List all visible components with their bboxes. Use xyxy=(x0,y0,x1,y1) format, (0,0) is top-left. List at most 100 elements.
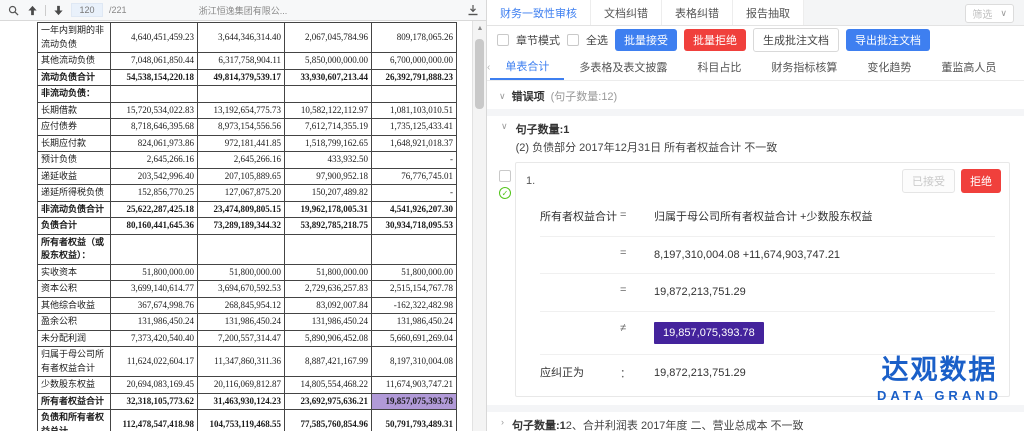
sub-tab[interactable]: 董监高人员 xyxy=(926,54,1011,80)
sub-tabs-bar: ‹ 单表合计多表格及表文披露科目占比财务指标核算变化趋势董监高人员变动披露 xyxy=(487,54,1024,81)
error-item: ✓ 1. 已接受 拒绝 所有者权益合计 = 归属于母公司 xyxy=(487,162,1024,405)
error-group-collapsed[interactable]: ›句子数量:12、合并利润表 2017年度 二、营业总成本 不一致 xyxy=(487,412,1024,431)
row-label: 流动负债合计 xyxy=(38,69,111,86)
cell-value: 25,622,287,425.18 xyxy=(111,201,198,218)
row-label: 所有者权益（或股东权益）： xyxy=(38,234,111,264)
cell-value: 3,699,140,614.77 xyxy=(111,281,198,298)
table-row: 递延所得税负债152,856,770.25127,067,875.20150,2… xyxy=(38,185,457,202)
cell-value: 268,845,954.12 xyxy=(198,297,285,314)
cell-value: - xyxy=(372,152,457,169)
cell-value: 5,660,691,269.04 xyxy=(372,330,457,347)
viewer-toolbar: /221 浙江恒逸集团有限公... xyxy=(0,0,486,21)
formula-block: 所有者权益合计 = 归属于母公司所有者权益合计 +少数股东权益 = 8,197,… xyxy=(516,197,1009,396)
group-description: (2) 负债部分 2017年12月31日 所有者权益合计 不一致 xyxy=(516,139,778,155)
cell-value: 2,645,266.16 xyxy=(111,152,198,169)
cell-value: 5,850,000,000.00 xyxy=(285,53,372,70)
cell-value: 433,932.50 xyxy=(285,152,372,169)
cell-value: 54,538,154,220.18 xyxy=(111,69,198,86)
fix-label: 应纠正为 xyxy=(540,365,620,382)
cell-value: 51,800,000.00 xyxy=(111,264,198,281)
export-annotated-doc-button[interactable]: 导出批注文档 xyxy=(846,29,930,51)
table-row: 资本公积3,699,140,614.773,694,670,592.532,72… xyxy=(38,281,457,298)
page-up-icon[interactable] xyxy=(26,4,39,17)
row-label: 其他综合收益 xyxy=(38,297,111,314)
viewer-scrollbar[interactable]: ▲ xyxy=(472,21,486,431)
cell-value: 77,585,760,854.96 xyxy=(285,410,372,431)
cell-value: 1,518,799,162.65 xyxy=(285,135,372,152)
chevron-down-icon: ∨ xyxy=(499,91,506,102)
row-label: 实收资本 xyxy=(38,264,111,281)
scrollbar-thumb[interactable] xyxy=(475,39,484,109)
section-separator xyxy=(487,109,1024,116)
cell-value: 131,986,450.24 xyxy=(285,314,372,331)
row-label: 预计负债 xyxy=(38,152,111,169)
cell-value: 10,582,122,112.97 xyxy=(285,102,372,119)
cell-value: 73,289,189,344.32 xyxy=(198,218,285,235)
table-row: 一年内到期的非流动负债4,640,451,459.233,644,346,314… xyxy=(38,23,457,53)
sub-tab[interactable]: 科目占比 xyxy=(682,54,756,80)
filter-select[interactable]: 筛选 ∨ xyxy=(965,4,1014,23)
cell-value: 7,048,061,850.44 xyxy=(111,53,198,70)
table-row: 应付债券8,718,646,395.688,973,154,556.567,61… xyxy=(38,119,457,136)
colon: ： xyxy=(620,365,654,381)
accepted-button[interactable]: 已接受 xyxy=(902,169,955,193)
table-row: 递延收益203,542,996.40207,105,889.6597,900,9… xyxy=(38,168,457,185)
top-tab[interactable]: 报告抽取 xyxy=(733,0,804,25)
document-page: 一年内到期的非流动负债4,640,451,459.233,644,346,314… xyxy=(0,21,472,431)
group-description: 2、合并利润表 2017年度 二、营业总成本 不一致 xyxy=(566,420,804,431)
reject-button[interactable]: 拒绝 xyxy=(961,169,1001,193)
download-icon[interactable] xyxy=(466,4,479,17)
row-label: 所有者权益合计 xyxy=(38,393,111,410)
cell-value: 131,986,450.24 xyxy=(111,314,198,331)
table-row: 其他流动负债7,048,061,850.446,317,758,904.115,… xyxy=(38,53,457,70)
cell-value: 51,800,000.00 xyxy=(285,264,372,281)
cell-value: 11,674,903,747.21 xyxy=(372,377,457,394)
sub-tab[interactable]: 变化趋势 xyxy=(852,54,926,80)
equals-operator: = xyxy=(620,209,654,221)
cell-value: 809,178,065.26 xyxy=(372,23,457,53)
equals-operator: = xyxy=(620,247,654,259)
cell-value: 97,900,952.18 xyxy=(285,168,372,185)
cell-value: 1,648,921,018.37 xyxy=(372,135,457,152)
toolbar-divider xyxy=(45,5,46,16)
row-label: 资本公积 xyxy=(38,281,111,298)
page-total: /221 xyxy=(109,5,127,15)
chevron-down-icon: ∨ xyxy=(1000,8,1007,19)
page-number-input[interactable] xyxy=(71,3,103,17)
row-label: 负债合计 xyxy=(38,218,111,235)
cell-value: 152,856,770.25 xyxy=(111,185,198,202)
top-tab[interactable]: 文档纠错 xyxy=(591,0,662,25)
sub-tab[interactable]: 多表格及表文披露 xyxy=(564,54,682,80)
table-row: 所有者权益（或股东权益）： xyxy=(38,234,457,264)
batch-reject-button[interactable]: 批量拒绝 xyxy=(684,29,746,51)
row-label: 应付债券 xyxy=(38,119,111,136)
generate-annotated-doc-button[interactable]: 生成批注文档 xyxy=(753,28,839,52)
batch-accept-button[interactable]: 批量接受 xyxy=(615,29,677,51)
row-label: 一年内到期的非流动负债 xyxy=(38,23,111,53)
search-icon[interactable] xyxy=(7,4,20,17)
app-window: /221 浙江恒逸集团有限公... 一年内到期的非流动负债4,640,451,4… xyxy=(0,0,1024,431)
cell-value: -162,322,482.98 xyxy=(372,297,457,314)
table-row: 负债合计80,160,441,645.3673,289,189,344.3253… xyxy=(38,218,457,235)
top-tab[interactable]: 表格纠错 xyxy=(662,0,733,25)
cell-value: 6,700,000,000.00 xyxy=(372,53,457,70)
select-all-checkbox[interactable] xyxy=(567,34,579,46)
error-section-header[interactable]: ∨ 错误项 (句子数量:12) xyxy=(487,81,1024,109)
sub-tab[interactable]: 变动披露 xyxy=(1011,54,1024,80)
sub-tab[interactable]: 单表合计 xyxy=(490,54,564,80)
chapter-mode-checkbox[interactable] xyxy=(497,34,509,46)
balance-sheet-table: 一年内到期的非流动负债4,640,451,459.233,644,346,314… xyxy=(37,22,457,431)
page-down-icon[interactable] xyxy=(52,4,65,17)
formula-numbers: 8,197,310,004.08 +11,674,903,747.21 xyxy=(654,247,995,264)
top-tab[interactable]: 财务一致性审核 xyxy=(487,0,591,25)
sub-tab[interactable]: 财务指标核算 xyxy=(756,54,852,80)
item-checkbox[interactable] xyxy=(499,170,511,182)
cell-value: 11,624,022,604.17 xyxy=(111,347,198,377)
chevron-down-icon: ∨ xyxy=(501,121,508,155)
review-content: ∨ 错误项 (句子数量:12) ∨ 句子数量:1 (2) 负债部分 2017年1… xyxy=(487,81,1024,431)
error-group-expanded[interactable]: ∨ 句子数量:1 (2) 负债部分 2017年12月31日 所有者权益合计 不一… xyxy=(487,116,1024,162)
cell-value: 49,814,379,539.17 xyxy=(198,69,285,86)
highlighted-cell[interactable]: 19,857,075,393.78 xyxy=(372,393,457,410)
scroll-up-arrow-icon[interactable]: ▲ xyxy=(473,21,487,35)
table-row: 长期借款15,720,534,022.8313,192,654,775.7310… xyxy=(38,102,457,119)
